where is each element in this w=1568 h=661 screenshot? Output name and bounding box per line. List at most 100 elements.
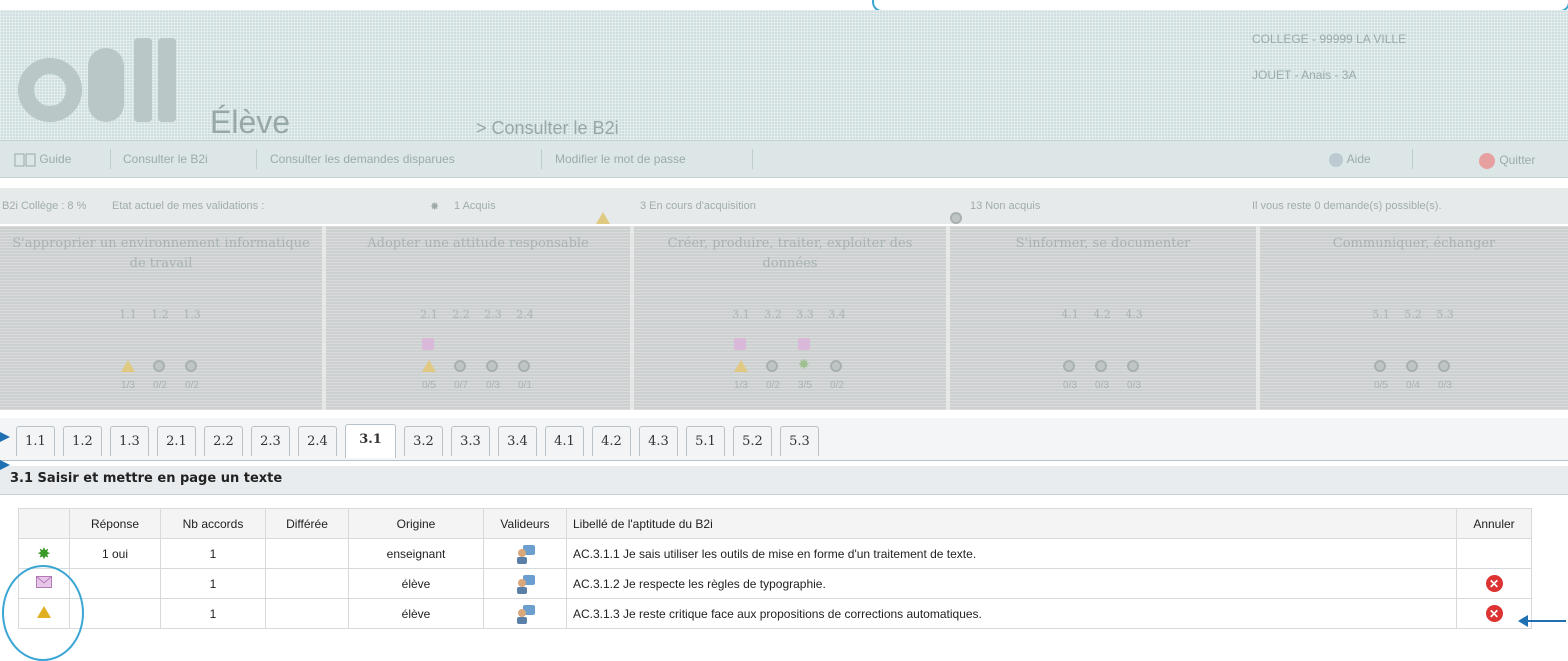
- stats-bar: B2i Collège : 8 % Etat actuel de mes val…: [0, 188, 1568, 224]
- gear-icon: [153, 360, 165, 372]
- tab-1-3[interactable]: 1.3: [110, 426, 149, 456]
- tab-4-1[interactable]: 4.1: [545, 426, 584, 456]
- tab-5-3[interactable]: 5.3: [780, 426, 819, 456]
- school-name: COLLEGE - 99999 LA VILLE: [1252, 32, 1407, 46]
- tab-4-2[interactable]: 4.2: [592, 426, 631, 456]
- tab-3-4[interactable]: 3.4: [498, 426, 537, 456]
- cell-differee: [265, 568, 349, 599]
- star-icon: ✸: [430, 201, 440, 213]
- gear-icon: [185, 360, 197, 372]
- domain-block: S'approprier un environnement informatiq…: [0, 226, 326, 410]
- sub-competency-code[interactable]: 2.4: [510, 308, 540, 321]
- sub-competency-code[interactable]: 3.1: [726, 308, 756, 321]
- cell-accords: 1: [160, 568, 266, 599]
- validators-icon[interactable]: [483, 538, 567, 569]
- sub-competency-code[interactable]: 4.3: [1119, 308, 1149, 321]
- sub-competency-progress: 0/4: [1406, 380, 1420, 391]
- gear-icon: [486, 360, 498, 372]
- domain-title: S'approprier un environnement informatiq…: [12, 236, 310, 271]
- nav-help[interactable]: Aide: [1328, 152, 1371, 168]
- sub-competency-code[interactable]: 2.3: [478, 308, 508, 321]
- sub-competency-progress: 0/7: [454, 380, 468, 391]
- tab-3-1[interactable]: 3.1: [345, 424, 396, 458]
- nav-consult-b2i[interactable]: Consulter le B2i: [123, 152, 208, 166]
- sub-competency-code[interactable]: 4.2: [1087, 308, 1117, 321]
- sub-competency-code[interactable]: 5.3: [1430, 308, 1460, 321]
- remaining-requests: Il vous reste 0 demande(s) possible(s).: [1252, 200, 1442, 212]
- gear-icon: [1063, 360, 1075, 372]
- cell-libelle: AC.3.1.1 Je sais utiliser les outils de …: [566, 538, 1457, 569]
- tab-1-2[interactable]: 1.2: [63, 426, 102, 456]
- sub-competency-progress: 0/5: [1374, 380, 1388, 391]
- domain-block: S'informer, se documenter 4.1 0/3 4.2 0/3 4.3…: [950, 226, 1260, 410]
- cancel-button[interactable]: ✕: [1456, 568, 1532, 599]
- col-status: [18, 508, 70, 539]
- table-row: ✸ 1 oui 1 enseignant AC.3.1.1 Je sais ut…: [18, 538, 1532, 569]
- gear-icon: [830, 360, 842, 372]
- tab-5-1[interactable]: 5.1: [686, 426, 725, 456]
- table-header: Réponse Nb accords Différée Origine Vali…: [18, 508, 1532, 539]
- col-accords: Nb accords: [160, 508, 266, 539]
- sub-competency-progress: 0/2: [766, 380, 780, 391]
- table-row: 1 élève AC.3.1.2 Je respecte les règles …: [18, 568, 1532, 599]
- cell-origine: élève: [348, 598, 484, 629]
- cell-reponse: [69, 568, 161, 599]
- acquired-count: 1 Acquis: [454, 200, 496, 212]
- domain-block: Adopter une attitude responsable 2.1 0/5 2.…: [326, 226, 634, 410]
- gear-icon: [1374, 360, 1386, 372]
- col-valideurs: Valideurs: [483, 508, 567, 539]
- sub-competency-code[interactable]: 1.1: [113, 308, 143, 321]
- nav-change-password[interactable]: Modifier le mot de passe: [555, 152, 686, 166]
- tab-2-2[interactable]: 2.2: [204, 426, 243, 456]
- book-icon: [14, 153, 36, 167]
- sub-competency-progress: 0/3: [1095, 380, 1109, 391]
- gear-icon: [518, 360, 530, 372]
- tab-3-2[interactable]: 3.2: [404, 426, 443, 456]
- annotation-circle: [2, 565, 84, 661]
- sub-competency-progress: 0/3: [486, 380, 500, 391]
- sub-competency-code[interactable]: 3.3: [790, 308, 820, 321]
- validators-icon[interactable]: [483, 598, 567, 629]
- sub-competency-code[interactable]: 3.2: [758, 308, 788, 321]
- state-label: Etat actuel de mes validations :: [112, 200, 265, 212]
- sub-competency-progress: 0/1: [518, 380, 532, 391]
- sub-competency-code[interactable]: 4.1: [1055, 308, 1085, 321]
- tab-2-3[interactable]: 2.3: [251, 426, 290, 456]
- nav-quit[interactable]: Quitter: [1478, 152, 1535, 170]
- tab-1-1[interactable]: 1.1: [16, 426, 55, 456]
- sub-competency-code[interactable]: 2.1: [414, 308, 444, 321]
- breadcrumb: > Consulter le B2i: [476, 118, 619, 138]
- tab-2-4[interactable]: 2.4: [298, 426, 337, 456]
- help-icon: [1329, 153, 1343, 167]
- gear-icon: [766, 360, 778, 372]
- sub-competency-code[interactable]: 3.4: [822, 308, 852, 321]
- envelope-icon: [422, 338, 434, 350]
- tab-2-1[interactable]: 2.1: [157, 426, 196, 456]
- tab-3-3[interactable]: 3.3: [451, 426, 490, 456]
- competency-heading: 3.1 Saisir et mettre en page un texte: [0, 466, 1568, 495]
- sub-competency-code[interactable]: 1.2: [145, 308, 175, 321]
- sub-competency-code[interactable]: 5.1: [1366, 308, 1396, 321]
- col-origine: Origine: [348, 508, 484, 539]
- annotation-arrow: [0, 432, 10, 442]
- sub-competency-progress: 0/3: [1438, 380, 1452, 391]
- competency-title: 3.1 Saisir et mettre en page un texte: [10, 471, 283, 486]
- envelope-icon: [798, 338, 810, 350]
- nav-guide[interactable]: Guide: [14, 152, 71, 167]
- envelope-icon: [734, 338, 746, 350]
- quit-icon: [1479, 153, 1495, 169]
- tab-5-2[interactable]: 5.2: [733, 426, 772, 456]
- sub-competency-code[interactable]: 2.2: [446, 308, 476, 321]
- close-icon: ✕: [1485, 605, 1503, 622]
- global-progress: B2i Collège : 8 %: [2, 200, 87, 212]
- nav-help-label: Aide: [1346, 152, 1371, 167]
- gear-icon: [1438, 360, 1450, 372]
- nav-consult-disparues[interactable]: Consulter les demandes disparues: [270, 152, 455, 166]
- validators-icon[interactable]: [483, 568, 567, 599]
- tab-4-3[interactable]: 4.3: [639, 426, 678, 456]
- sub-competency-code[interactable]: 1.3: [177, 308, 207, 321]
- sub-competency-code[interactable]: 5.2: [1398, 308, 1428, 321]
- nav-quit-label: Quitter: [1499, 153, 1536, 168]
- domain-title: S'informer, se documenter: [1015, 236, 1191, 251]
- gear-icon: [454, 360, 466, 372]
